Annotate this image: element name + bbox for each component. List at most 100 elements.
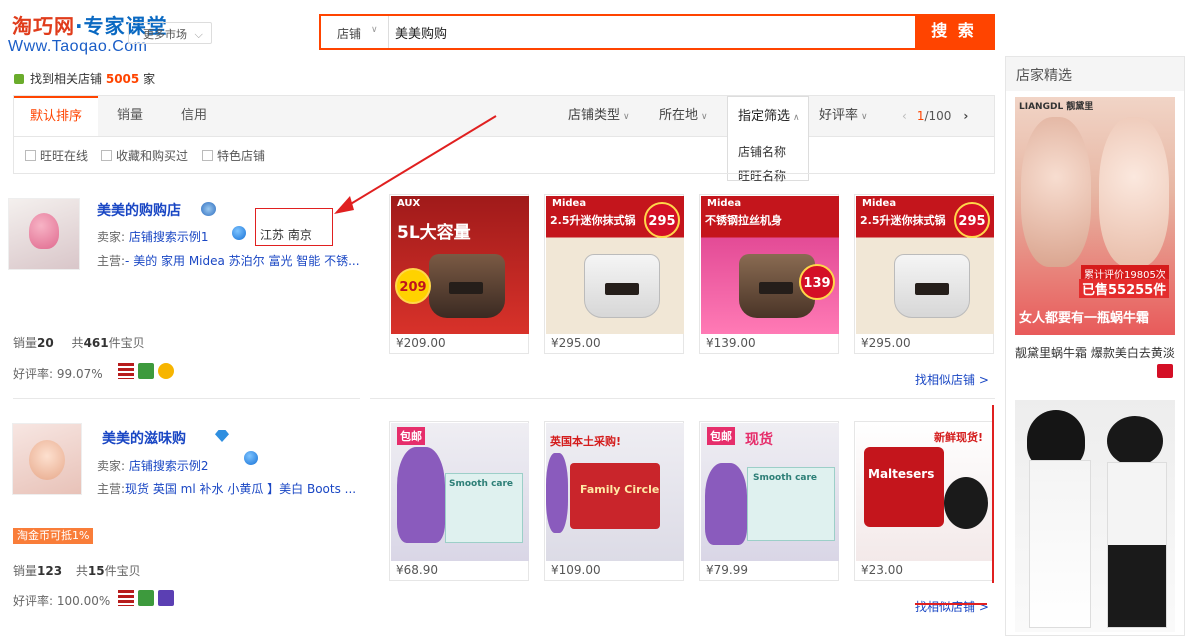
face-image: [1021, 117, 1091, 267]
result-number: 5005: [105, 72, 140, 86]
product-brand: Maltesers: [868, 467, 935, 481]
sales-value: 20: [37, 336, 54, 350]
product-tile[interactable]: Midea 2.5升迷你抹式锅 295 ¥295.00: [854, 194, 994, 354]
tab-credit[interactable]: 信用: [162, 96, 226, 136]
shop-main-products: 主营:- 美的 家用 Midea 苏泊尔 富光 智能 不锈...: [97, 252, 360, 269]
checkbox-favorited[interactable]: 收藏和购买过: [101, 147, 188, 164]
result-suffix: 家: [143, 72, 156, 86]
product-price: ¥68.90: [396, 563, 438, 577]
checkbox-icon: [25, 150, 36, 161]
seller-label: 卖家:: [97, 230, 126, 244]
return-policy-icon[interactable]: [158, 590, 174, 606]
checkbox-icon: [101, 150, 112, 161]
filter-shop-type[interactable]: 店铺类型 ∨: [568, 96, 630, 136]
rice-cooker-image: [584, 254, 660, 318]
product-tile[interactable]: 英国本土采购! Family Circle ¥109.00: [544, 421, 684, 581]
genuine-guarantee-icon[interactable]: [138, 590, 154, 606]
shop-name[interactable]: 美美的滋味购: [102, 428, 186, 448]
main-keywords[interactable]: 现货 英国 ml 补水 小黄瓜 】美白 Boots ...: [125, 482, 356, 496]
shop-name[interactable]: 美美的购购店: [97, 200, 181, 220]
search-button[interactable]: 搜 索: [915, 16, 993, 48]
consumer-protection-icon[interactable]: [118, 363, 134, 379]
items-label: 共: [75, 564, 88, 578]
featured-caption[interactable]: 靓黛里蜗牛霜 爆款美白去黄淡: [1015, 344, 1175, 361]
product-tile[interactable]: 包邮 现货 Smooth care ¥79.99: [699, 421, 839, 581]
price-badge: 295: [954, 202, 990, 238]
similar-shops-link[interactable]: 找相似店铺 >: [915, 598, 989, 615]
tab-sales[interactable]: 销量: [98, 96, 162, 136]
product-image: Midea 2.5升迷你抹式锅 295: [546, 196, 684, 334]
biscuit-tin-image: [570, 463, 660, 529]
checkbox-wangwang-online[interactable]: 旺旺在线: [25, 147, 88, 164]
price-badge: 209: [395, 268, 431, 304]
wangwang-icon[interactable]: [244, 451, 258, 465]
shop-rating: 好评率: 99.07%: [13, 365, 103, 382]
genuine-guarantee-icon[interactable]: [138, 363, 154, 379]
product-price: ¥79.99: [706, 563, 748, 577]
checkbox-label: 旺旺在线: [40, 149, 89, 163]
product-brand: Midea: [552, 198, 587, 209]
checkbox-featured[interactable]: 特色店铺: [202, 147, 265, 164]
main-label: 主营:: [97, 254, 126, 268]
shop-sales: 销量123 共15件宝贝: [13, 562, 141, 579]
chevron-down-icon: ∨: [861, 112, 868, 122]
consumer-protection-icon[interactable]: [118, 590, 134, 606]
product-brand: Smooth care: [753, 473, 818, 483]
sales-label: 销量: [13, 564, 38, 578]
featured-ad-image[interactable]: LIANGDL 靓黛里 累计评价19805次 已售55255件 女人都要有一瓶蜗…: [1015, 97, 1175, 335]
mickey-toy-image: [944, 477, 988, 529]
seller-link[interactable]: 店铺搜索示例1: [129, 230, 209, 244]
shop-avatar[interactable]: [12, 423, 82, 495]
gold-seller-icon[interactable]: [158, 363, 174, 379]
product-brand: Family Circle: [580, 483, 660, 496]
outfit-image: [1029, 460, 1091, 628]
product-tile[interactable]: Midea 不锈钢拉丝机身 139 ¥139.00: [699, 194, 839, 354]
similar-shops-link[interactable]: 找相似店铺 >: [915, 371, 989, 388]
diamond-icon: [215, 430, 229, 442]
product-price: ¥295.00: [551, 336, 601, 350]
ad-slogan: 女人都要有一瓶蜗牛霜: [1019, 311, 1150, 326]
designated-filter-label: 指定筛选: [738, 109, 791, 124]
plush-toy-image: [397, 447, 445, 543]
rating-label: 好评率:: [13, 367, 54, 381]
featured-ad-image[interactable]: [1015, 400, 1175, 632]
price-badge: 295: [644, 202, 680, 238]
filter-rating[interactable]: 好评率 ∨: [819, 96, 868, 136]
outfit-image: [1107, 462, 1167, 628]
prev-page-icon[interactable]: ‹: [902, 109, 907, 123]
shop-avatar[interactable]: [8, 198, 80, 270]
crown-icon: [201, 202, 216, 216]
panel-title: 店家精选: [1006, 57, 1184, 91]
result-count: 找到相关店铺 5005 家: [14, 70, 155, 87]
search-bar: 店铺 ∨ 搜 索: [319, 14, 995, 50]
product-tile[interactable]: Midea 2.5升迷你抹式锅 295 ¥295.00: [544, 194, 684, 354]
filter-location[interactable]: 所在地 ∨: [659, 96, 708, 136]
candy-box-image: [864, 447, 944, 527]
product-tile[interactable]: 包邮 Smooth care ¥68.90: [389, 421, 529, 581]
product-image: 英国本土采购! Family Circle: [546, 423, 684, 561]
logo-url: Www.Taoqao.Com: [8, 38, 148, 55]
tmall-icon[interactable]: [1157, 364, 1173, 378]
shop-location: 江苏 南京: [260, 228, 312, 242]
filter-rating-label: 好评率: [819, 108, 859, 123]
filter-shop-type-label: 店铺类型: [568, 108, 621, 123]
chevron-down-icon: ⌵: [194, 28, 203, 41]
main-keywords[interactable]: - 美的 家用 Midea 苏泊尔 富光 智能 不锈...: [125, 254, 360, 268]
items-label: 共: [71, 336, 84, 350]
shop-seller: 卖家: 店铺搜索示例2: [97, 457, 209, 474]
wangwang-icon[interactable]: [232, 226, 246, 240]
annotation-underline: [915, 603, 987, 605]
hat-image: [1107, 416, 1163, 466]
product-tile[interactable]: 新鲜现货! Maltesers ¥23.00: [854, 421, 994, 581]
product-image: 新鲜现货! Maltesers: [856, 423, 994, 561]
search-type-select[interactable]: 店铺 ∨: [321, 16, 389, 48]
tab-default-sort[interactable]: 默认排序: [14, 96, 98, 136]
seller-link[interactable]: 店铺搜索示例2: [129, 459, 209, 473]
rating-value: 100.00%: [56, 594, 111, 608]
product-headline: 2.5升迷你抹式锅: [550, 214, 636, 227]
search-input[interactable]: [389, 16, 915, 48]
product-image: Midea 2.5升迷你抹式锅 295: [856, 196, 994, 334]
market-select[interactable]: 更多市场 ⌵: [128, 22, 212, 44]
next-page-icon[interactable]: ›: [963, 109, 968, 123]
chevron-down-icon: ∨: [701, 112, 708, 122]
